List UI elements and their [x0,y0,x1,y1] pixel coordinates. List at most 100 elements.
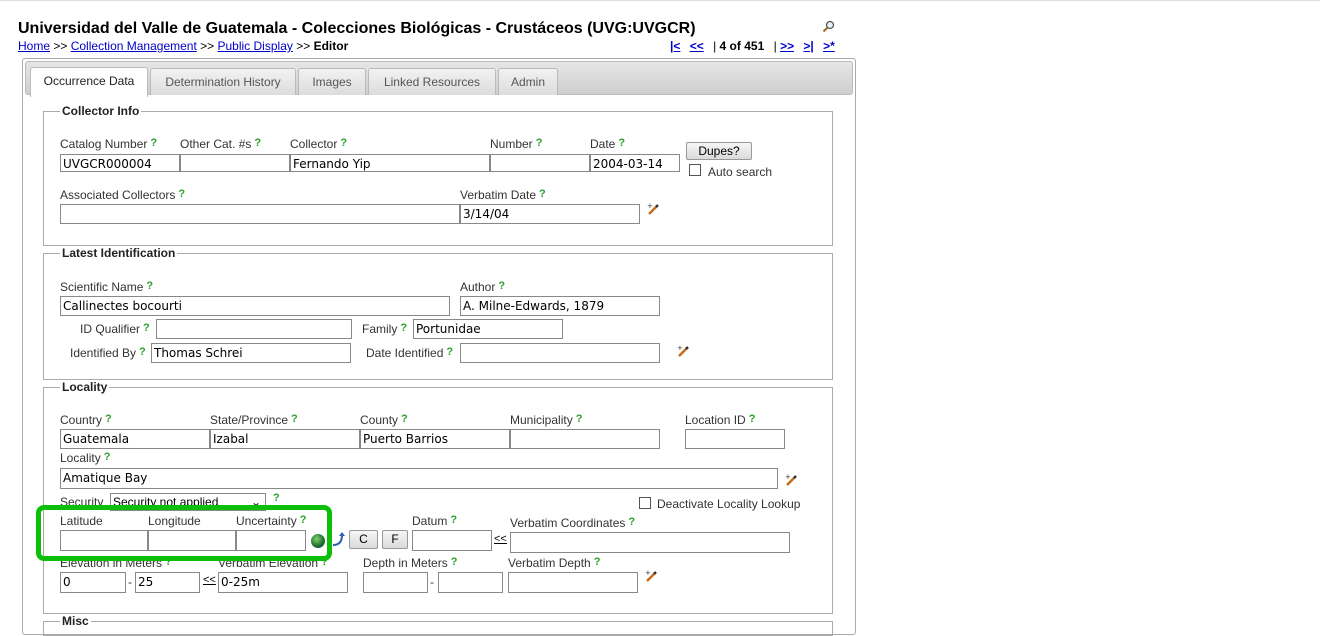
security-help: ? [270,492,280,506]
author-label: Author? [460,280,506,294]
help-icon[interactable]: ? [178,188,185,200]
family-input[interactable]: Portunidae [413,319,563,339]
format-coordinates-button[interactable]: F [382,530,408,549]
help-icon[interactable]: ? [254,137,261,149]
section-legend: Locality [62,380,108,394]
convert-coordinates-button[interactable]: C [349,530,378,549]
municipality-input[interactable] [510,429,660,449]
pager-first-link[interactable]: |< [670,39,680,53]
coordinates-highlight-box [36,505,332,561]
help-icon[interactable]: ? [400,322,407,334]
county-input[interactable]: Puerto Barrios [360,429,510,449]
help-icon[interactable]: ? [446,346,453,358]
pager-new-record-link[interactable]: >* [823,39,835,53]
help-icon[interactable]: ? [450,514,457,526]
help-icon[interactable]: ? [401,413,408,425]
edit-pencil-icon[interactable]: + [646,202,660,216]
svg-text:+: + [645,569,651,577]
locality-textarea[interactable]: Amatique Bay [60,468,778,489]
scientific-name-input[interactable]: Callinectes bocourti [60,296,450,316]
verbatim-elevation-input[interactable]: 0-25m [218,572,348,593]
help-icon[interactable]: ? [539,188,546,200]
collector-input[interactable]: Fernando Yip [290,154,490,172]
pager-prev-link[interactable]: << [690,39,704,53]
copy-coordinates-link[interactable]: << [494,533,507,545]
tab-linked-resources[interactable]: Linked Resources [368,68,496,95]
id-qualifier-input[interactable] [156,319,352,339]
max-elevation-input[interactable]: 25 [135,572,200,593]
svg-text:+: + [785,473,791,481]
breadcrumb-separator: >> [200,39,215,53]
help-icon[interactable]: ? [104,451,111,463]
auto-search-checkbox[interactable] [689,164,701,176]
svg-text:+: + [677,344,683,352]
country-input[interactable]: Guatemala [60,429,210,449]
deactivate-locality-lookup-checkbox[interactable] [639,497,651,509]
copy-elevation-link[interactable]: << [203,574,216,586]
breadcrumb-public-display-link[interactable]: Public Display [218,39,293,53]
verbatim-depth-input[interactable] [508,572,638,593]
help-icon[interactable]: ? [618,137,625,149]
collector-label: Collector? [290,137,348,151]
search-icon[interactable] [822,20,836,34]
pager-divider: | [773,39,777,53]
breadcrumb: Home >> Collection Management >> Public … [18,39,348,53]
author-input[interactable]: A. Milne-Edwards, 1879 [460,296,660,316]
help-icon[interactable]: ? [536,137,543,149]
help-icon[interactable]: ? [273,492,280,504]
tab-determination-history[interactable]: Determination History [150,68,296,95]
help-icon[interactable]: ? [139,346,146,358]
dupes-button[interactable]: Dupes? [686,142,752,160]
min-depth-input[interactable] [363,572,428,593]
associated-collectors-input[interactable] [60,204,460,224]
help-icon[interactable]: ? [150,137,157,149]
pager-next-link[interactable]: >> [780,39,794,53]
help-icon[interactable]: ? [594,556,601,568]
tab-bar: Occurrence Data Determination History Im… [25,61,853,97]
verbatim-coordinates-input[interactable] [510,532,790,553]
help-icon[interactable]: ? [749,413,756,425]
help-icon[interactable]: ? [143,322,150,334]
breadcrumb-home-link[interactable]: Home [18,39,50,53]
other-cat-label: Other Cat. #s? [180,137,262,151]
depth-range-dash: - [430,575,434,589]
tab-occurrence-data[interactable]: Occurrence Data [30,67,148,97]
max-depth-input[interactable] [438,572,503,593]
help-icon[interactable]: ? [291,413,298,425]
help-icon[interactable]: ? [576,413,583,425]
breadcrumb-collection-management-link[interactable]: Collection Management [71,39,197,53]
section-legend: Collector Info [62,104,140,118]
locality-label: Locality? [60,451,111,465]
edit-pencil-icon[interactable]: + [784,473,798,487]
breadcrumb-separator: >> [296,39,311,53]
tab-images[interactable]: Images [298,68,366,95]
geolocate-arrow-icon[interactable] [330,531,346,549]
help-icon[interactable]: ? [451,556,458,568]
edit-pencil-icon[interactable]: + [676,344,690,358]
help-icon[interactable]: ? [105,413,112,425]
breadcrumb-current: Editor [313,39,349,53]
date-input[interactable]: 2004-03-14 [590,154,680,172]
help-icon[interactable]: ? [628,516,635,528]
state-province-input[interactable]: Izabal [210,429,360,449]
tab-admin[interactable]: Admin [498,68,558,95]
help-icon[interactable]: ? [146,280,153,292]
misc-section: Misc [43,614,833,636]
pager-position: 4 of 451 [719,39,765,53]
deactivate-locality-lookup-label: Deactivate Locality Lookup [657,497,801,511]
help-icon[interactable]: ? [498,280,505,292]
other-cat-input[interactable] [180,154,290,172]
verbatim-date-input[interactable]: 3/14/04 [460,204,640,224]
record-pager: |< << | 4 of 451 | >> >| >* [670,39,841,53]
min-elevation-input[interactable]: 0 [60,572,126,593]
edit-pencil-icon[interactable]: + [644,569,658,583]
pager-last-link[interactable]: >| [803,39,813,53]
location-id-input[interactable] [685,429,785,449]
number-input[interactable] [490,154,590,172]
state-province-label: State/Province? [210,413,298,427]
datum-input[interactable] [412,530,492,551]
identified-by-input[interactable]: Thomas Schrei [151,343,351,363]
help-icon[interactable]: ? [340,137,347,149]
catalog-number-input[interactable]: UVGCR000004 [60,154,180,172]
date-identified-input[interactable] [460,343,660,363]
